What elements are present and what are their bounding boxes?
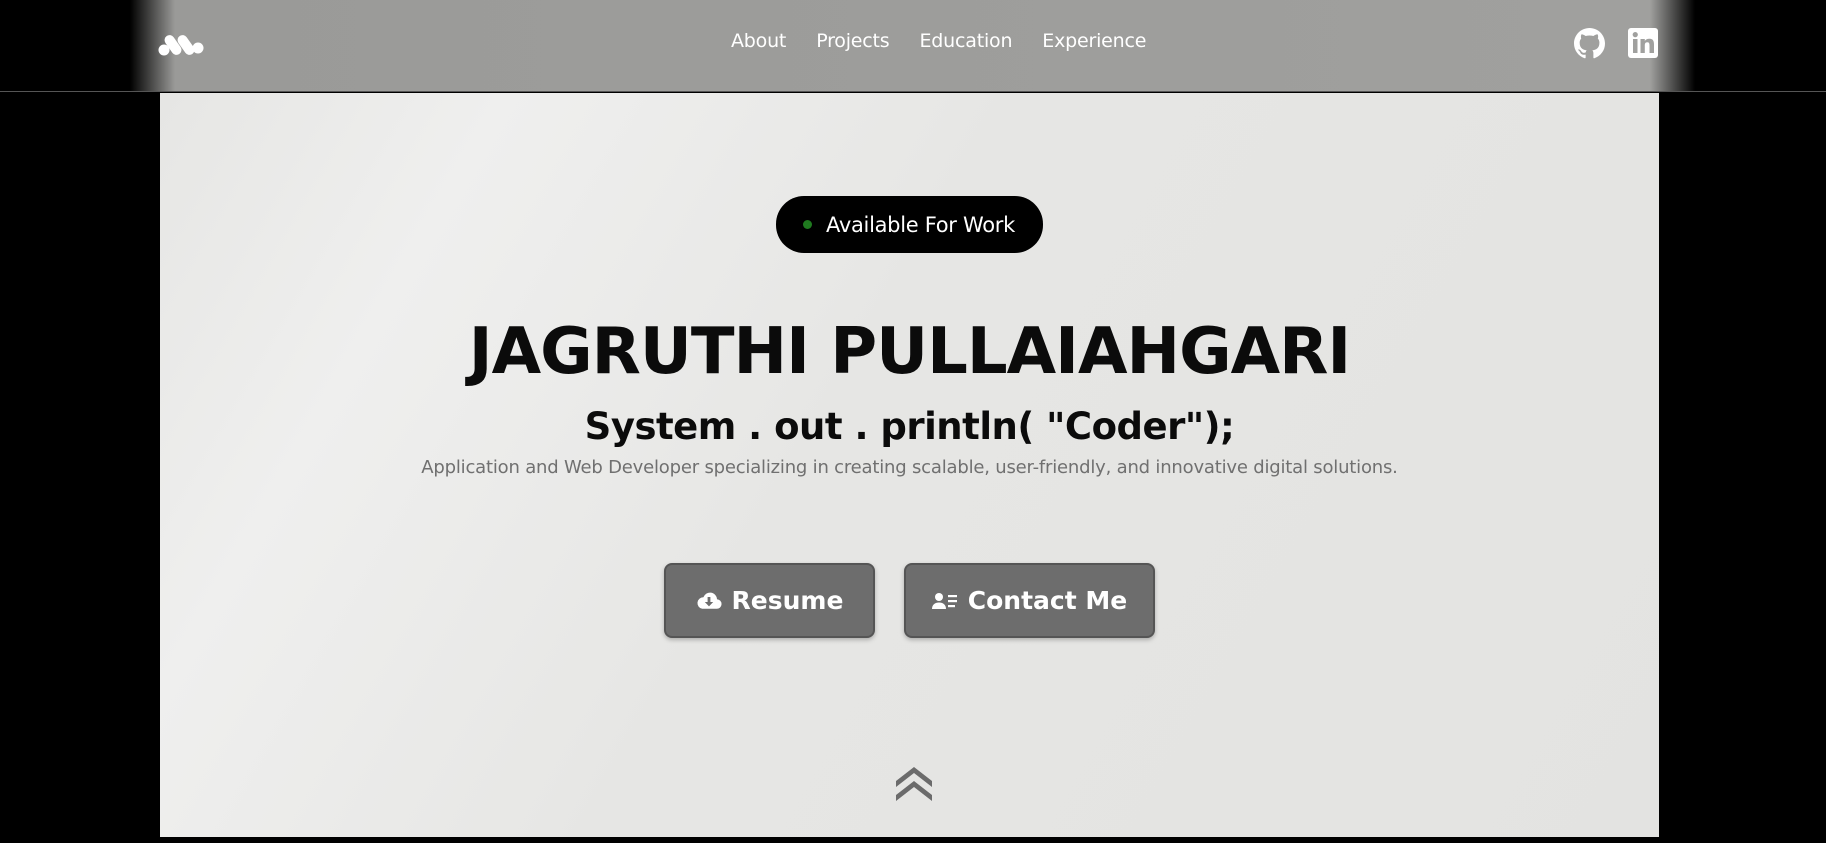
brand-logo-icon[interactable] [158, 30, 204, 58]
hero-name: JAGRUTHI PULLAIAHGARI [468, 315, 1351, 389]
availability-label: Available For Work [826, 212, 1015, 237]
double-chevron-up-icon[interactable] [893, 761, 935, 801]
contact-card-icon [931, 592, 957, 609]
availability-badge: Available For Work [776, 196, 1043, 253]
nav-projects[interactable]: Projects [816, 30, 890, 52]
github-icon [1574, 28, 1605, 59]
nav-about[interactable]: About [731, 30, 786, 52]
hero-tagline: System . out . println( "Coder"); [584, 405, 1235, 448]
hero-section: Available For Work JAGRUTHI PULLAIAHGARI… [160, 93, 1659, 837]
linkedin-icon [1628, 28, 1658, 58]
nav-experience[interactable]: Experience [1042, 30, 1146, 52]
status-dot [803, 220, 812, 229]
cloud-download-icon [697, 592, 722, 609]
top-navbar: About Projects Education Experience [0, 0, 1826, 92]
nav-education[interactable]: Education [920, 30, 1013, 52]
main-nav: About Projects Education Experience [731, 30, 1146, 52]
resume-button[interactable]: Resume [664, 563, 875, 638]
resume-label: Resume [731, 586, 844, 615]
github-link[interactable] [1574, 28, 1605, 59]
hero-description: Application and Web Developer specializi… [421, 457, 1398, 478]
contact-me-label: Contact Me [967, 586, 1128, 615]
contact-me-button[interactable]: Contact Me [904, 563, 1155, 638]
linkedin-link[interactable] [1628, 28, 1658, 58]
